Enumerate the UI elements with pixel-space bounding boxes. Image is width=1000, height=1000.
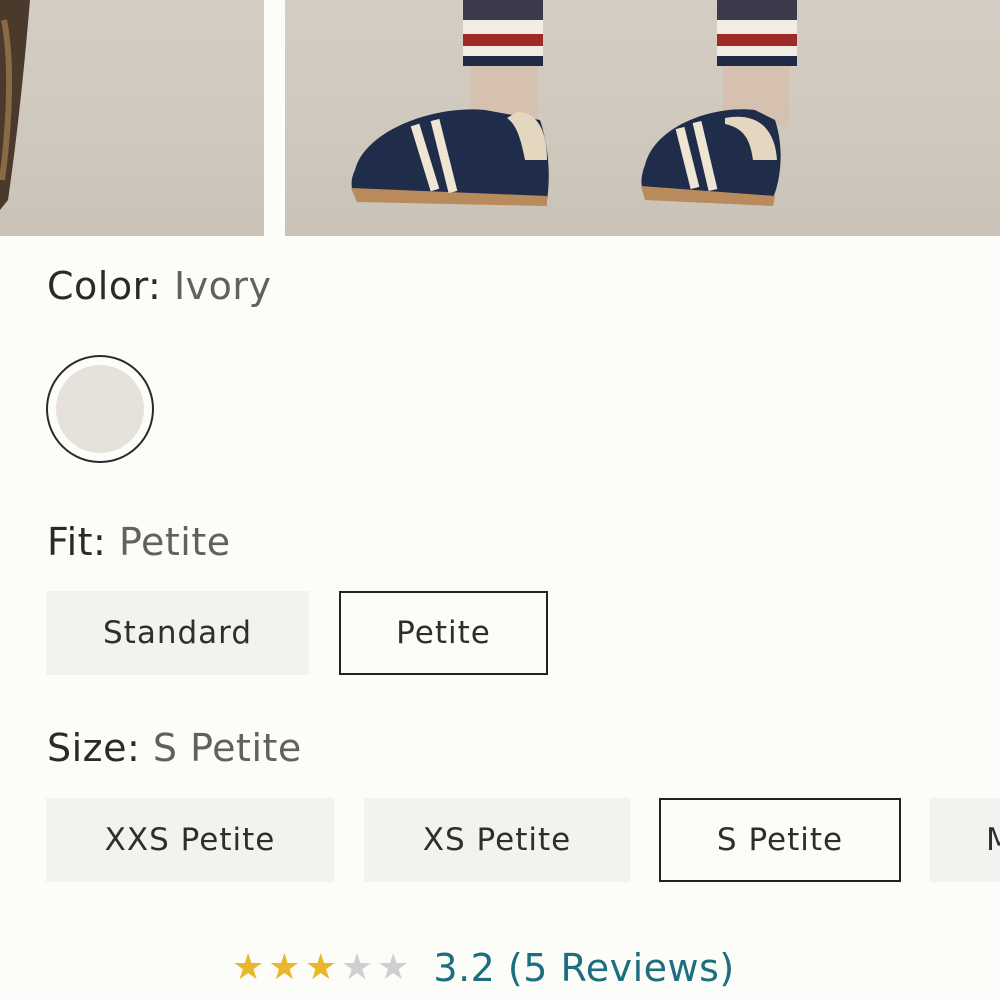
- product-photo-2[interactable]: [285, 0, 1000, 236]
- size-option-s-petite[interactable]: S Petite: [659, 798, 901, 882]
- fit-label: Fit: Petite: [47, 520, 231, 564]
- star-filled-icon: ★: [232, 947, 265, 988]
- rating-stars: ★ ★ ★ ★ ★: [232, 950, 409, 986]
- swatch-fill: [56, 365, 144, 453]
- fit-option-standard[interactable]: Standard: [46, 591, 309, 675]
- reviews-link[interactable]: 3.2 (5 Reviews): [433, 946, 734, 990]
- size-label: Size: S Petite: [47, 726, 302, 770]
- color-swatch-ivory[interactable]: [46, 355, 154, 463]
- fit-label-text: Fit:: [47, 520, 107, 564]
- star-empty-icon: ★: [377, 947, 410, 988]
- size-label-text: Size:: [47, 726, 141, 770]
- fit-option-petite[interactable]: Petite: [339, 591, 548, 675]
- selected-size-value: S Petite: [152, 726, 302, 770]
- size-option-xs-petite[interactable]: XS Petite: [364, 798, 630, 882]
- product-photo-1[interactable]: [0, 0, 264, 236]
- selected-fit-value: Petite: [118, 520, 231, 564]
- size-option-m-petite[interactable]: M: [930, 798, 1000, 882]
- size-option-xxs-petite[interactable]: XXS Petite: [46, 798, 334, 882]
- color-label-text: Color:: [47, 264, 162, 308]
- star-empty-icon: ★: [340, 947, 374, 988]
- color-label: Color: Ivory: [47, 264, 272, 308]
- product-image-gallery: [0, 0, 1000, 236]
- star-filled-icon: ★: [268, 947, 301, 988]
- product-rating: ★ ★ ★ ★ ★ 3.2 (5 Reviews): [232, 940, 735, 996]
- star-filled-icon: ★: [304, 947, 337, 988]
- selected-color-value: Ivory: [173, 264, 272, 308]
